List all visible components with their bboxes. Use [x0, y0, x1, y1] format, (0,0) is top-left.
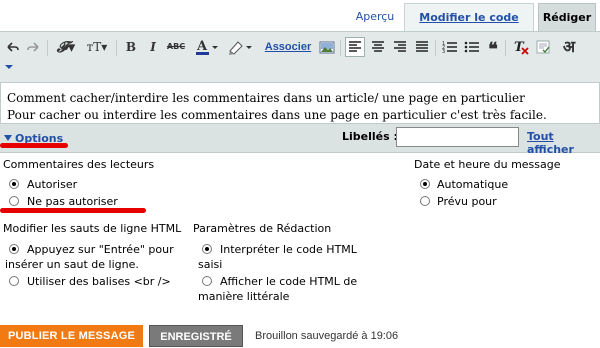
align-center-icon[interactable]	[369, 37, 387, 57]
remove-formatting-icon[interactable]: T	[512, 37, 530, 57]
footer-actions: PUBLIER LE MESSAGE ENREGISTRÉ Brouillon …	[0, 316, 600, 348]
toolbar-separator	[116, 40, 117, 56]
annotation-underline	[0, 143, 68, 148]
quote-icon[interactable]: ❝	[485, 37, 501, 60]
publish-button[interactable]: PUBLIER LE MESSAGE	[0, 325, 143, 347]
radio-allow-comments[interactable]	[9, 179, 19, 189]
spellcheck-icon[interactable]	[534, 37, 552, 57]
interpret-html-label: Interpréter le code HTML	[220, 243, 357, 256]
date-title: Date et heure du message	[414, 158, 561, 171]
radio-enter-linebreak[interactable]	[9, 244, 19, 254]
editor-tabs: Aperçu Modifier le code HTML Rédiger	[0, 0, 600, 51]
highlight-icon[interactable]	[226, 37, 254, 57]
labels-input[interactable]	[396, 127, 519, 147]
br-tags-label: Utiliser des balises <br />	[27, 275, 171, 288]
tab-edit-html[interactable]: Modifier le code HTML	[404, 3, 534, 51]
text-color-icon[interactable]: A	[194, 37, 220, 57]
image-icon[interactable]	[318, 37, 336, 57]
numbered-list-icon[interactable]: 123	[441, 37, 459, 57]
justify-icon[interactable]	[413, 37, 431, 57]
transliterate-icon[interactable]: अ	[560, 37, 578, 57]
bulleted-list-icon[interactable]	[463, 37, 481, 57]
link-button[interactable]: Associer	[264, 37, 312, 57]
options-panel: Commentaires des lecteurs Autoriser Ne p…	[0, 154, 600, 312]
triangle-down-icon	[4, 135, 12, 141]
disallow-comments-label: Ne pas autoriser	[27, 195, 118, 208]
enter-linebreak-label: Appuyez sur "Entrée" pour	[27, 243, 174, 256]
labels-label: Libellés :	[342, 130, 398, 143]
editor-line: Pour cacher ou interdire les commentaire…	[7, 108, 547, 122]
bold-icon[interactable]: B	[124, 37, 138, 57]
allow-comments-label: Autoriser	[27, 178, 78, 191]
comments-title: Commentaires des lecteurs	[3, 158, 155, 171]
toolbar-separator	[435, 40, 436, 56]
redo-icon[interactable]	[26, 37, 42, 57]
toolbar-separator	[47, 40, 48, 56]
tab-compose[interactable]: Rédiger	[538, 3, 596, 31]
align-left-icon[interactable]	[345, 37, 365, 57]
formatting-toolbar: 𝓕▾ тT▾ B I ABC A Associer 123 ❝ T अ	[0, 31, 600, 83]
chevron-down-icon[interactable]	[4, 62, 14, 72]
line-breaks-title: Modifier les sauts de ligne HTML	[3, 222, 182, 235]
compose-settings-title: Paramètres de Rédaction	[193, 222, 332, 235]
editor-line: Comment cacher/interdire les commentaire…	[7, 91, 525, 105]
annotation-underline	[0, 208, 146, 213]
toolbar-separator	[505, 40, 506, 56]
literal-html-label-cont: manière littérale	[198, 290, 290, 303]
enter-linebreak-label-cont: insérer un saut de ligne.	[5, 258, 139, 271]
radio-br-tags[interactable]	[9, 276, 19, 286]
radio-disallow-comments[interactable]	[9, 196, 19, 206]
italic-icon[interactable]: I	[146, 37, 160, 57]
interpret-html-label-cont: saisi	[198, 258, 223, 271]
radio-date-automatic[interactable]	[420, 179, 430, 189]
svg-text:3: 3	[442, 49, 445, 55]
font-size-icon[interactable]: тT▾	[84, 37, 110, 57]
post-editor[interactable]: Comment cacher/interdire les commentaire…	[0, 83, 600, 123]
align-right-icon[interactable]	[391, 37, 409, 57]
literal-html-label: Afficher le code HTML de	[220, 275, 358, 288]
radio-date-scheduled[interactable]	[420, 196, 430, 206]
save-button[interactable]: ENREGISTRÉ	[149, 325, 243, 347]
radio-literal-html[interactable]	[202, 276, 212, 286]
toolbar-separator	[340, 40, 341, 56]
strikethrough-icon[interactable]: ABC	[166, 37, 186, 57]
show-all-labels-link[interactable]: Tout afficher	[527, 130, 600, 156]
svg-text:A: A	[196, 39, 208, 54]
tab-preview[interactable]: Aperçu	[352, 6, 398, 34]
date-automatic-label: Automatique	[437, 178, 509, 191]
font-family-icon[interactable]: 𝓕▾	[54, 37, 78, 57]
date-scheduled-label: Prévu pour	[437, 195, 497, 208]
draft-status: Brouillon sauvegardé à 19:06	[255, 330, 399, 342]
radio-interpret-html[interactable]	[202, 244, 212, 254]
undo-icon[interactable]	[4, 37, 20, 57]
